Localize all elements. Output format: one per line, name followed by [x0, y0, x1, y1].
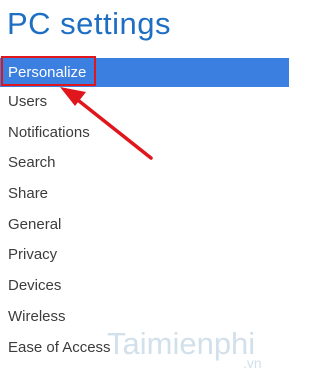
- menu-item-devices[interactable]: Devices: [0, 271, 289, 302]
- menu-item-personalize[interactable]: Personalize: [0, 58, 289, 87]
- menu-item-wireless[interactable]: Wireless: [0, 302, 289, 333]
- menu-item-users[interactable]: Users: [0, 87, 289, 118]
- menu-item-ease-of-access[interactable]: Ease of Access: [0, 333, 289, 364]
- menu-item-general[interactable]: General: [0, 210, 289, 241]
- settings-menu: Personalize Users Notifications Search S…: [0, 58, 289, 363]
- menu-item-privacy[interactable]: Privacy: [0, 240, 289, 271]
- menu-item-share[interactable]: Share: [0, 179, 289, 210]
- menu-item-notifications[interactable]: Notifications: [0, 118, 289, 149]
- menu-item-search[interactable]: Search: [0, 148, 289, 179]
- page-title: PC settings: [7, 6, 172, 41]
